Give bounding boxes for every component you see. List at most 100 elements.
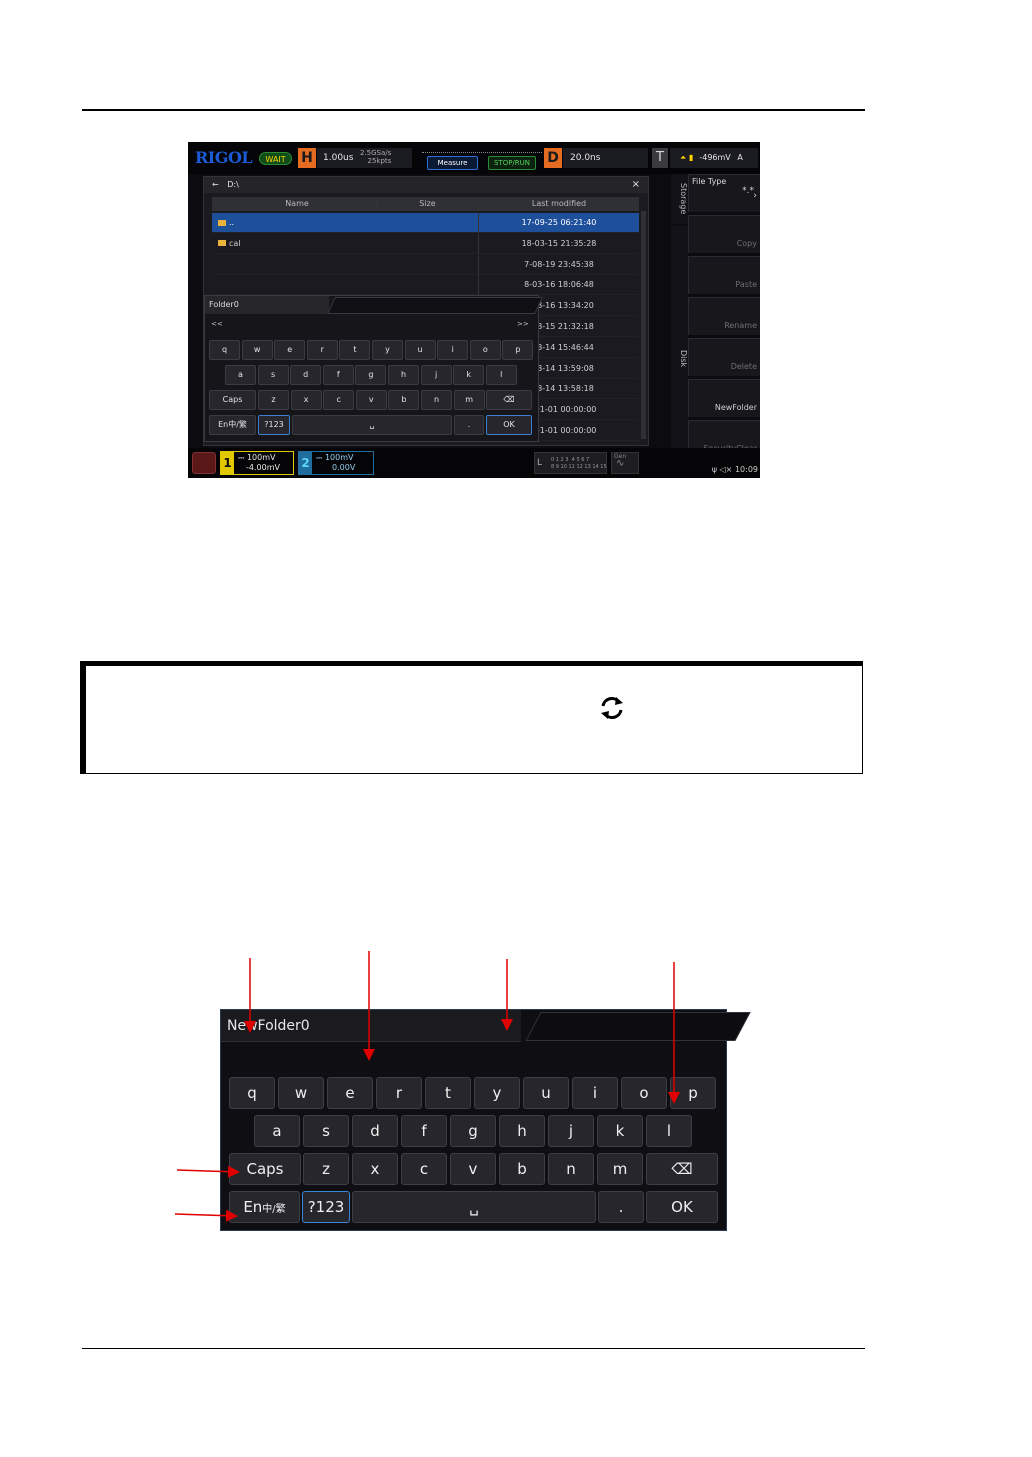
key-x[interactable]: x (290, 390, 322, 410)
delete-button[interactable]: Delete (688, 338, 760, 376)
key-l[interactable]: l (646, 1115, 692, 1147)
ok-key[interactable]: OK (486, 415, 532, 435)
key-z[interactable]: z (258, 390, 289, 410)
key-j[interactable]: j (420, 365, 452, 385)
measure-button[interactable]: Measure (427, 156, 478, 170)
file-row[interactable]: cal 18-03-15 21:35:28 (212, 233, 639, 254)
key-x[interactable]: x (352, 1153, 398, 1185)
ok-key[interactable]: OK (646, 1191, 718, 1223)
key-e[interactable]: e (274, 340, 306, 360)
key-u[interactable]: u (523, 1077, 569, 1109)
new-folder-button[interactable]: NewFolder (688, 379, 760, 417)
key-b[interactable]: b (499, 1153, 545, 1185)
key-p[interactable]: p (670, 1077, 716, 1109)
key-i[interactable]: i (437, 340, 469, 360)
key-c[interactable]: c (323, 390, 355, 410)
key-r[interactable]: r (376, 1077, 422, 1109)
column-last-modified[interactable]: Last modified (478, 197, 639, 211)
horizontal-label[interactable]: H (298, 148, 316, 168)
key-i[interactable]: i (572, 1077, 618, 1109)
key-w[interactable]: w (241, 340, 273, 360)
dot-key[interactable]: . (598, 1191, 644, 1223)
delay-value[interactable]: 20.0ns (563, 148, 648, 168)
key-g[interactable]: g (450, 1115, 496, 1147)
symbols-key[interactable]: ?123 (302, 1191, 350, 1223)
key-q[interactable]: q (229, 1077, 275, 1109)
key-p[interactable]: p (502, 340, 534, 360)
language-key[interactable]: En中/繁 (229, 1191, 300, 1223)
key-k[interactable]: k (453, 365, 485, 385)
key-c[interactable]: c (401, 1153, 447, 1185)
space-key[interactable]: ␣ (292, 415, 452, 435)
key-t[interactable]: t (425, 1077, 471, 1109)
prev-page-button[interactable]: << (211, 320, 223, 328)
key-d[interactable]: d (352, 1115, 398, 1147)
file-row[interactable]: 8-03-16 18:06:48 (212, 275, 639, 296)
file-row[interactable]: .. 17-09-25 06:21:40 (212, 213, 639, 233)
backspace-key[interactable]: ⌫ (646, 1153, 718, 1185)
column-name[interactable]: Name (218, 197, 376, 211)
trigger-label[interactable]: T (652, 148, 668, 168)
channel-2-label[interactable]: 2 ⎓ 100mV 0.00V (298, 451, 374, 475)
key-v[interactable]: v (450, 1153, 496, 1185)
key-b[interactable]: b (388, 390, 420, 410)
key-d[interactable]: d (290, 365, 322, 385)
language-key[interactable]: En中/繁 (209, 415, 256, 435)
rename-button[interactable]: Rename (688, 297, 760, 335)
key-y[interactable]: y (372, 340, 403, 360)
channel-1-label[interactable]: 1 ⎓ 100mV -4.00mV (220, 451, 294, 475)
delay-label[interactable]: D (544, 148, 562, 168)
tab-disk[interactable]: Disk (671, 226, 688, 452)
back-arrow-icon[interactable]: ← (212, 180, 219, 189)
file-row[interactable]: 7-08-19 23:45:38 (212, 254, 639, 275)
folder-name-input[interactable]: Folder0 (205, 296, 329, 314)
key-r[interactable]: r (306, 340, 338, 360)
key-n[interactable]: n (421, 390, 452, 410)
key-q[interactable]: q (209, 340, 240, 360)
space-key[interactable]: ␣ (352, 1191, 596, 1223)
key-g[interactable]: g (355, 365, 387, 385)
stop-run-button[interactable]: STOP/RUN (488, 156, 536, 170)
caps-key[interactable]: Caps (229, 1153, 301, 1185)
symbols-key[interactable]: ?123 (258, 415, 290, 435)
key-a[interactable]: a (254, 1115, 300, 1147)
key-w[interactable]: w (278, 1077, 324, 1109)
key-a[interactable]: a (225, 365, 256, 385)
key-h[interactable]: h (499, 1115, 545, 1147)
key-o[interactable]: o (469, 340, 501, 360)
generator-label[interactable]: Gen ∿ (611, 452, 639, 474)
key-h[interactable]: h (388, 365, 419, 385)
key-f[interactable]: f (401, 1115, 447, 1147)
backspace-key[interactable]: ⌫ (486, 390, 532, 410)
dot-key[interactable]: . (454, 415, 484, 435)
key-o[interactable]: o (621, 1077, 667, 1109)
key-f[interactable]: f (322, 365, 354, 385)
key-y[interactable]: y (474, 1077, 520, 1109)
file-type-button[interactable]: File Type *.* › (688, 174, 760, 212)
column-size[interactable]: Size (376, 197, 478, 211)
name-input-field[interactable]: NewFolder0 (221, 1010, 521, 1042)
tab-storage[interactable]: Storage (671, 174, 688, 224)
key-n[interactable]: n (548, 1153, 594, 1185)
logic-analyzer-label[interactable]: L 0 1 2 3 4 5 6 7 8 9 10 11 12 13 14 15 (534, 452, 607, 474)
key-t[interactable]: t (339, 340, 371, 360)
key-j[interactable]: j (548, 1115, 594, 1147)
key-e[interactable]: e (327, 1077, 373, 1109)
file-list-scrollbar[interactable] (641, 211, 646, 439)
key-m[interactable]: m (453, 390, 485, 410)
app-menu-icon[interactable] (192, 452, 216, 474)
close-icon[interactable]: × (632, 177, 640, 193)
key-s[interactable]: s (303, 1115, 349, 1147)
copy-button[interactable]: Copy (688, 215, 760, 253)
trigger-readout[interactable]: ⏶ ▮ -496mV A (670, 148, 758, 168)
key-u[interactable]: u (404, 340, 436, 360)
key-v[interactable]: v (355, 390, 387, 410)
key-s[interactable]: s (257, 365, 289, 385)
key-m[interactable]: m (597, 1153, 643, 1185)
key-l[interactable]: l (485, 365, 517, 385)
paste-button[interactable]: Paste (688, 256, 760, 294)
caps-key[interactable]: Caps (209, 390, 256, 410)
next-page-button[interactable]: >> (517, 320, 529, 328)
key-k[interactable]: k (597, 1115, 643, 1147)
key-z[interactable]: z (303, 1153, 349, 1185)
